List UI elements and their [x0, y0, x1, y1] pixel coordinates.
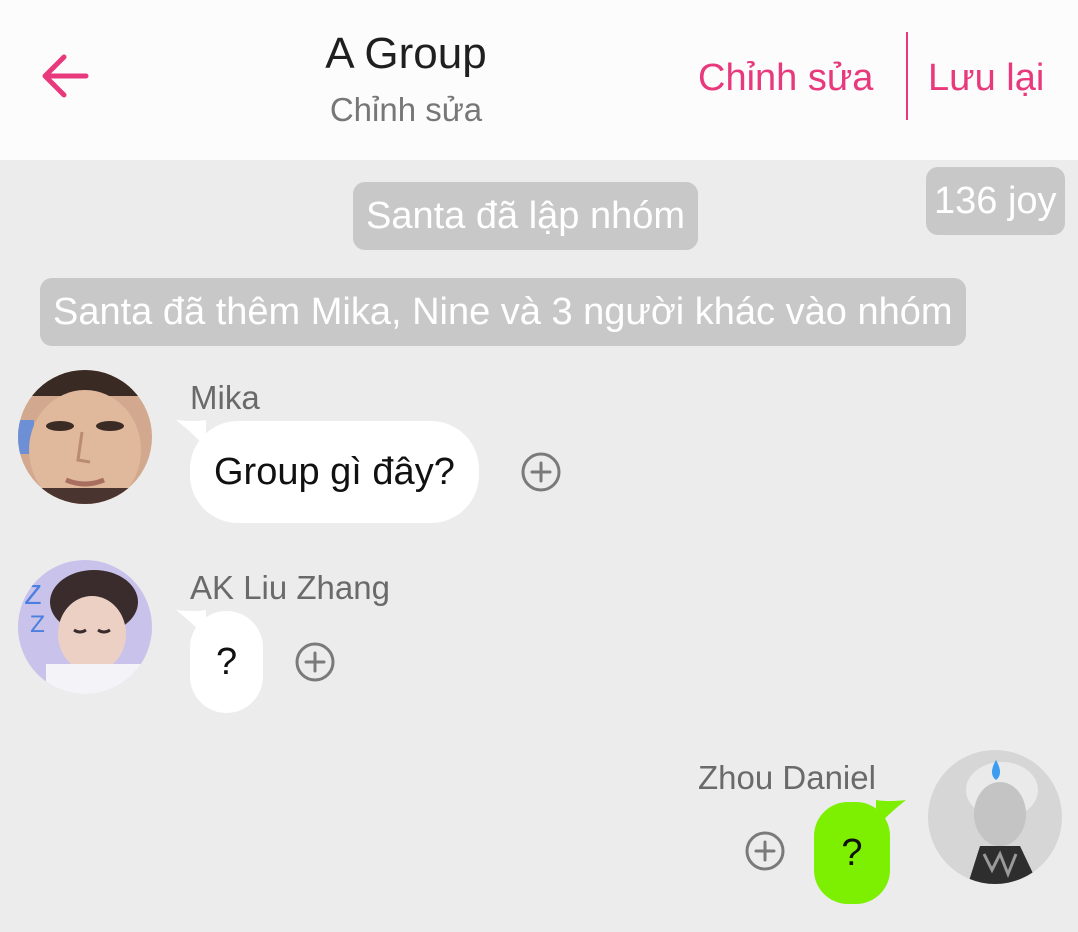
message-bubble[interactable]: Group gì đây? [190, 421, 479, 523]
avatar-ak-liu-zhang[interactable]: Z Z [18, 560, 152, 694]
avatar-ak-liu-zhang-image: Z Z [18, 560, 152, 694]
svg-text:Z: Z [30, 613, 45, 638]
page-title: A Group [325, 29, 487, 78]
joy-badge: 136 joy [926, 167, 1065, 235]
title-block: A Group Chỉnh sửa [256, 28, 556, 132]
save-button[interactable]: Lưu lại [928, 50, 1044, 106]
arrow-left-icon [42, 54, 89, 98]
svg-text:Z: Z [24, 581, 42, 611]
bubble-tail [876, 800, 906, 828]
avatar-zhou-daniel-image [928, 750, 1062, 884]
edit-button[interactable]: Chỉnh sửa [698, 50, 873, 106]
avatar-mika[interactable] [18, 370, 152, 504]
sender-name: AK Liu Zhang [190, 569, 390, 606]
header-divider [906, 32, 908, 120]
message-bubble[interactable]: ? [190, 611, 264, 713]
sender-name: Mika [190, 379, 260, 416]
add-reaction-icon[interactable] [294, 641, 336, 683]
avatar-zhou-daniel[interactable] [928, 750, 1062, 884]
add-reaction-icon[interactable] [520, 451, 562, 493]
system-message-members-added: Santa đã thêm Mika, Nine và 3 người khác… [40, 278, 966, 346]
chat-header: A Group Chỉnh sửa Chỉnh sửa Lưu lại [0, 0, 1078, 160]
sender-name: Zhou Daniel [698, 759, 876, 796]
back-button[interactable] [34, 44, 98, 108]
add-reaction-icon[interactable] [744, 830, 786, 872]
avatar-mika-image [18, 370, 152, 504]
system-message-group-created: Santa đã lập nhóm [353, 182, 699, 250]
page-subtitle: Chỉnh sửa [329, 91, 483, 128]
